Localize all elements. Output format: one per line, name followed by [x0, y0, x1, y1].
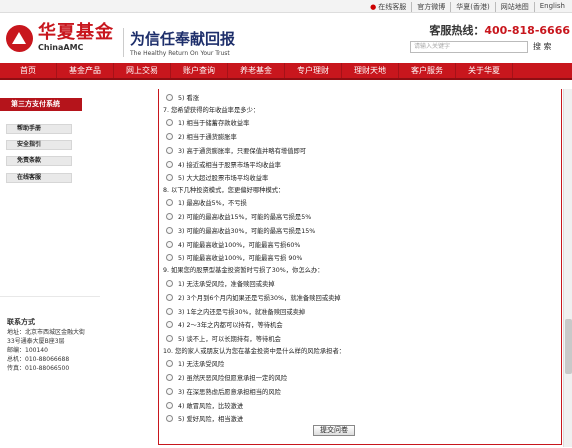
q7-option-4[interactable]: 4) 接近或相当于股票市场平均收益率: [166, 160, 281, 169]
sidebar-item-security[interactable]: 安全指引: [6, 140, 72, 150]
radio-button[interactable]: [166, 227, 173, 234]
q10-option-4[interactable]: 4) 敢冒风险，比较激进: [166, 401, 243, 410]
q10-option-2[interactable]: 2) 虽然厌恶风险但愿意承担一定的风险: [166, 373, 287, 382]
slogan-cn: 为信任奉献回报: [130, 30, 236, 48]
radio-button[interactable]: [166, 360, 173, 367]
questionnaire: 5) 看涨 7. 您希望获得的年收益率是多少： 1) 相当于储蓄存款收益率 2)…: [158, 89, 562, 445]
hotline-label: 客服热线：: [429, 24, 485, 37]
q9-option-4[interactable]: 4) 2～3年之内都可以持有，等待机会: [166, 320, 283, 329]
q7-option-5[interactable]: 5) 大大超过股票市场平均收益率: [166, 173, 268, 182]
slogan: 为信任奉献回报 The Healthy Return On Your Trust: [123, 28, 235, 57]
q7-option-2[interactable]: 2) 相当于通货膨胀率: [166, 132, 237, 141]
scrollbar-thumb[interactable]: [565, 319, 572, 374]
top-link-online-service[interactable]: ● 在线客服: [365, 2, 411, 12]
q10-title: 10. 您的家人或朋友认为您在基金投资中是什么样的风险承担者：: [163, 348, 346, 355]
radio-button[interactable]: [166, 94, 173, 101]
radio-button[interactable]: [166, 147, 173, 154]
radio-button[interactable]: [166, 294, 173, 301]
sidebar: 第三方支付系统 帮助手册 安全指引 免责条款 在线客服 联系方式 地址：北京市西…: [0, 98, 100, 448]
q7-option-1[interactable]: 1) 相当于储蓄存款收益率: [166, 118, 249, 127]
nav-account-query[interactable]: 账户查询: [171, 63, 228, 78]
q9-option-3[interactable]: 3) 1年之内还是亏损30%，就准备赎回或卖掉: [166, 307, 305, 316]
search-button[interactable]: 搜 索: [533, 41, 552, 52]
contact-fax: 传真：010-88066500: [7, 365, 70, 372]
nav-special-account[interactable]: 专户理财: [285, 63, 342, 78]
top-link-hongkong[interactable]: 华夏(香港): [450, 2, 494, 12]
q8-option-2[interactable]: 2) 可能的最高收益15%，可能的最高亏损是5%: [166, 212, 311, 221]
contact-info: 联系方式 地址：北京市西城区金融大街 33号通泰大厦B座3层 邮编：100140…: [7, 318, 102, 373]
q10-option-1[interactable]: 1) 无法承受风险: [166, 359, 224, 368]
q9-option-5[interactable]: 5) 谈不上，可以长期持有，等待机会: [166, 334, 281, 343]
q7-option-3[interactable]: 3) 高于通货膨胀率，只要保值并略有增值即可: [166, 146, 306, 155]
radio-button[interactable]: [166, 213, 173, 220]
q7-title: 7. 您希望获得的年收益率是多少：: [163, 107, 260, 114]
main-nav: 首页 基金产品 网上交易 账户查询 养老基金 专户理财 理财天地 客户服务 关于…: [0, 63, 572, 80]
radio-button[interactable]: [166, 199, 173, 206]
top-link-sitemap[interactable]: 网站地图: [494, 2, 534, 12]
radio-button[interactable]: [166, 335, 173, 342]
q8-option-1[interactable]: 1) 最高收益5%，不亏损: [166, 198, 247, 207]
q8-option-3[interactable]: 3) 可能的最高收益30%，可能的最高亏损是15%: [166, 226, 315, 235]
q10-option-5[interactable]: 5) 爱好风险，相当激进: [166, 414, 243, 423]
radio-button[interactable]: [166, 241, 173, 248]
contact-postcode: 邮编：100140: [7, 347, 48, 354]
radio-button[interactable]: [166, 254, 173, 261]
radio-button[interactable]: [166, 415, 173, 422]
hotline-number: 400-818-6666: [484, 24, 570, 37]
nav-home[interactable]: 首页: [0, 63, 57, 78]
top-link-english[interactable]: English: [533, 2, 570, 12]
radio-button[interactable]: [166, 161, 173, 168]
radio-button[interactable]: [166, 402, 173, 409]
header: 华夏基金 ChinaAMC 为信任奉献回报 The Healthy Return…: [0, 13, 572, 63]
contact-phone: 总机：010-88066688: [7, 356, 70, 363]
nav-wealth-world[interactable]: 理财天地: [342, 63, 399, 78]
logo-icon: [6, 24, 33, 52]
radio-button[interactable]: [166, 174, 173, 181]
radio-button[interactable]: [166, 321, 173, 328]
slogan-en: The Healthy Return On Your Trust: [130, 50, 230, 57]
top-bar: ● 在线客服 官方微博 华夏(香港) 网站地图 English: [0, 0, 572, 13]
nav-fund-products[interactable]: 基金产品: [57, 63, 114, 78]
contact-address-2: 33号通泰大厦B座3层: [7, 338, 65, 345]
nav-about[interactable]: 关于华夏: [456, 63, 513, 78]
contact-title: 联系方式: [7, 318, 35, 326]
radio-button[interactable]: [166, 308, 173, 315]
q9-title: 9. 如果您的股票型基金投资暂时亏损了30%，你怎么办：: [163, 267, 324, 274]
logo-text-en: ChinaAMC: [38, 43, 84, 52]
search-input[interactable]: 请输入关键字: [410, 41, 528, 53]
sidebar-divider: [0, 296, 100, 297]
radio-button[interactable]: [166, 388, 173, 395]
q10-option-3[interactable]: 3) 在深思熟虑后愿意承担相当的风险: [166, 387, 281, 396]
q8-option-4[interactable]: 4) 可能最高收益100%，可能最高亏损60%: [166, 240, 300, 249]
nav-customer-service[interactable]: 客户服务: [399, 63, 456, 78]
q8-title: 8. 以下几种投资模式，您更偏好哪种模式：: [163, 187, 285, 194]
hotline: 客服热线：400-818-6666: [429, 22, 570, 38]
radio-button[interactable]: [166, 119, 173, 126]
sidebar-item-help[interactable]: 帮助手册: [6, 124, 72, 134]
sidebar-item-disclaimer[interactable]: 免责条款: [6, 156, 72, 166]
top-links: ● 在线客服 官方微博 华夏(香港) 网站地图 English: [365, 2, 570, 12]
radio-button[interactable]: [166, 280, 173, 287]
radio-button[interactable]: [166, 374, 173, 381]
service-icon: ●: [370, 3, 377, 11]
sidebar-item-online-service[interactable]: 在线客服: [6, 173, 72, 183]
contact-address: 地址：北京市西城区金融大街: [7, 329, 86, 336]
nav-pension-fund[interactable]: 养老基金: [228, 63, 285, 78]
q9-option-1[interactable]: 1) 无法承受风险，准备赎回或卖掉: [166, 279, 275, 288]
nav-online-trading[interactable]: 网上交易: [114, 63, 171, 78]
brand-logo[interactable]: 华夏基金 ChinaAMC: [6, 24, 114, 52]
q8-option-5[interactable]: 5) 可能最高收益100%，可能最高亏损 90%: [166, 253, 302, 262]
sidebar-title: 第三方支付系统: [0, 98, 82, 111]
radio-button[interactable]: [166, 133, 173, 140]
top-link-weibo[interactable]: 官方微博: [411, 2, 450, 12]
logo-text-cn: 华夏基金: [38, 22, 114, 43]
q9-option-2[interactable]: 2) 3个月到6个月内如果还是亏损30%，就准备赎回或卖掉: [166, 293, 341, 302]
page-scrollbar[interactable]: [563, 89, 572, 447]
q6-option-5[interactable]: 5) 看涨: [166, 93, 199, 102]
submit-questionnaire-button[interactable]: 提交问卷: [313, 425, 355, 436]
